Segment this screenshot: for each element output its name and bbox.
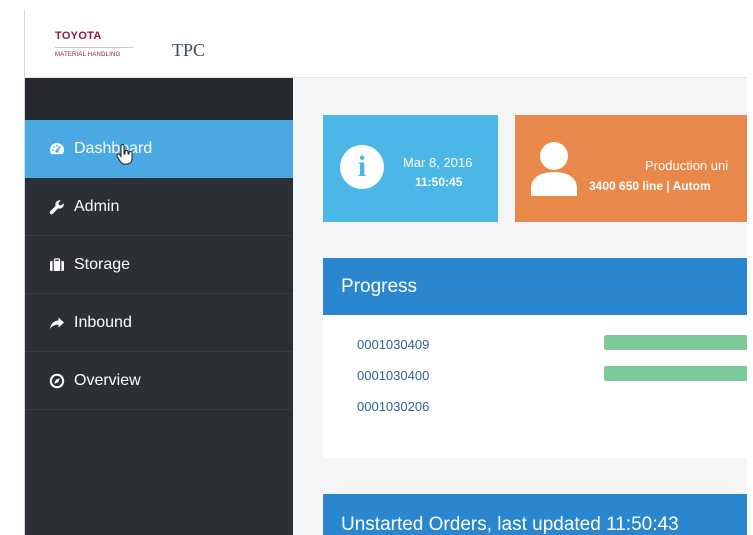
user-icon bbox=[531, 142, 577, 196]
unstarted-orders-header: Unstarted Orders, last updated 11:50:43 bbox=[323, 494, 753, 535]
sidebar-item-dashboard[interactable]: Dashboard bbox=[25, 120, 293, 178]
sidebar-spacer bbox=[25, 78, 293, 120]
current-time: 11:50:45 bbox=[415, 175, 463, 189]
order-id[interactable]: 0001030400 bbox=[357, 368, 429, 383]
order-progress-bar bbox=[604, 397, 753, 412]
logo-wordmark: TOYOTA bbox=[55, 30, 102, 42]
sidebar: Dashboard Admin Storage Inbound Overview bbox=[25, 78, 293, 535]
app-title: TPC bbox=[172, 40, 206, 60]
sidebar-item-storage[interactable]: Storage bbox=[25, 236, 293, 294]
current-date: Mar 8, 2016 bbox=[403, 155, 473, 170]
order-row[interactable]: 0001030206 bbox=[323, 393, 753, 424]
dashboard-content: i Mar 8, 2016 11:50:45 Production uni 34… bbox=[293, 78, 753, 535]
order-progress-fill bbox=[604, 335, 753, 350]
sidebar-item-inbound[interactable]: Inbound bbox=[25, 294, 293, 352]
order-id[interactable]: 0001030409 bbox=[357, 337, 429, 352]
hand-cursor-icon bbox=[116, 144, 133, 165]
sidebar-item-label: Storage bbox=[74, 255, 131, 273]
logo-divider bbox=[55, 47, 133, 48]
order-progress-fill bbox=[604, 366, 753, 381]
order-progress-bar bbox=[604, 366, 753, 381]
order-list: 0001030409 0001030400 0001030206 bbox=[323, 315, 753, 424]
arrow-share-icon bbox=[49, 315, 65, 331]
production-unit-title: Production uni bbox=[645, 158, 729, 173]
production-line-label: 3400 650 line | Autom bbox=[589, 179, 711, 193]
info-icon: i bbox=[340, 145, 384, 189]
sidebar-item-label: Admin bbox=[74, 197, 120, 215]
briefcase-icon bbox=[49, 257, 65, 273]
order-row[interactable]: 0001030409 bbox=[323, 331, 753, 362]
sidebar-item-overview[interactable]: Overview bbox=[25, 352, 293, 410]
dashboard-icon bbox=[49, 141, 65, 157]
production-unit-card[interactable]: Production uni 3400 650 line | Autom bbox=[515, 115, 753, 222]
date-time-card: i Mar 8, 2016 11:50:45 bbox=[323, 115, 498, 222]
screen-edge bbox=[747, 10, 753, 535]
app-window: TOYOTA MATERIAL HANDLING TPC Dashboard A… bbox=[24, 10, 753, 535]
order-row[interactable]: 0001030400 bbox=[323, 362, 753, 393]
order-progress-bar bbox=[604, 335, 753, 350]
order-id[interactable]: 0001030206 bbox=[357, 399, 429, 414]
top-bar: TOYOTA MATERIAL HANDLING TPC bbox=[25, 10, 753, 78]
progress-header: Progress bbox=[323, 258, 753, 315]
sidebar-item-label: Overview bbox=[74, 371, 141, 389]
sidebar-item-label: Inbound bbox=[74, 313, 132, 331]
progress-panel: Progress 0001030409 0001030400 000103020… bbox=[323, 258, 753, 458]
compass-icon bbox=[49, 373, 65, 389]
wrench-icon bbox=[49, 199, 65, 215]
sidebar-item-admin[interactable]: Admin bbox=[25, 178, 293, 236]
toyota-logo[interactable]: TOYOTA MATERIAL HANDLING bbox=[55, 30, 135, 58]
logo-subtitle: MATERIAL HANDLING bbox=[55, 52, 121, 58]
sidebar-item-label: Dashboard bbox=[74, 139, 153, 157]
